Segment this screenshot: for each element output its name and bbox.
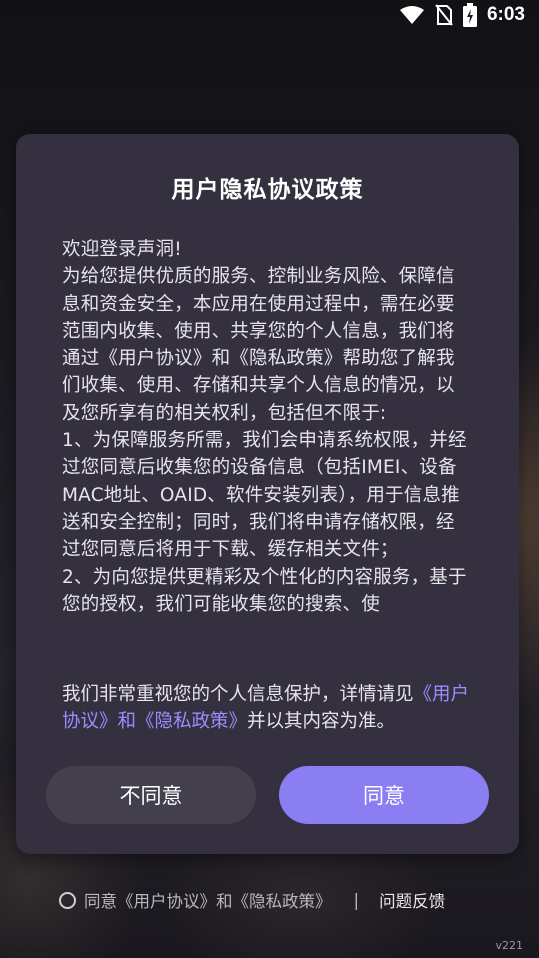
dialog-title: 用户隐私协议政策 — [171, 177, 364, 203]
no-sim-icon — [435, 4, 453, 26]
battery-charging-icon — [462, 3, 477, 27]
and-text: 和 — [216, 892, 233, 911]
privacy-dialog: 用户隐私协议政策 欢迎登录声洞! 为给您提供优质的服务、控制业务风险、保障信息和… — [16, 134, 519, 854]
body-paragraph: 1、为保障服务所需，我们会申请系统权限，并经过您同意后收集您的设备信息（包括IM… — [62, 430, 467, 561]
status-time: 6:03 — [486, 4, 525, 25]
agree-prefix: 同意 — [84, 892, 117, 911]
body-paragraph: 2、为向您提供更精彩及个性化的内容服务，基于您的授权，我们可能收集您的搜索、使 — [62, 566, 467, 615]
user-agreement-link[interactable]: 《用户协议》 — [117, 888, 216, 912]
dialog-footer-text: 我们非常重视您的个人信息保护，详情请见《用户协议》和《隐私政策》并以其内容为准。 — [62, 681, 479, 735]
footer-prefix: 我们非常重视您的个人信息保护，详情请见 — [62, 684, 414, 705]
dialog-body-scroll[interactable]: 欢迎登录声洞! 为给您提供优质的服务、控制业务风险、保障信息和资金安全，本应用在… — [62, 236, 473, 655]
separator: | — [353, 890, 360, 910]
privacy-policy-link[interactable]: 《隐私政策》 — [233, 888, 332, 912]
feedback-link[interactable]: 问题反馈 — [379, 888, 445, 912]
bottom-agreement-row: 同意 《用户协议》 和 《隐私政策》 | 问题反馈 — [59, 886, 445, 914]
screen: 6:03 用户隐私协议政策 欢迎登录声洞! 为给您提供优质的服务、控制业务风险、… — [0, 0, 539, 958]
status-bar: 6:03 — [0, 0, 539, 30]
disagree-button[interactable]: 不同意 — [46, 766, 256, 824]
body-paragraph: 为给您提供优质的服务、控制业务风险、保障信息和资金安全，本应用在使用过程中，需在… — [62, 266, 455, 424]
agree-radio[interactable] — [59, 891, 76, 909]
agree-button[interactable]: 同意 — [279, 766, 489, 824]
wifi-icon — [399, 5, 425, 25]
version-label: v221 — [495, 939, 523, 952]
body-paragraph: 欢迎登录声洞! — [62, 239, 182, 260]
footer-suffix: 并以其内容为准。 — [247, 711, 396, 732]
